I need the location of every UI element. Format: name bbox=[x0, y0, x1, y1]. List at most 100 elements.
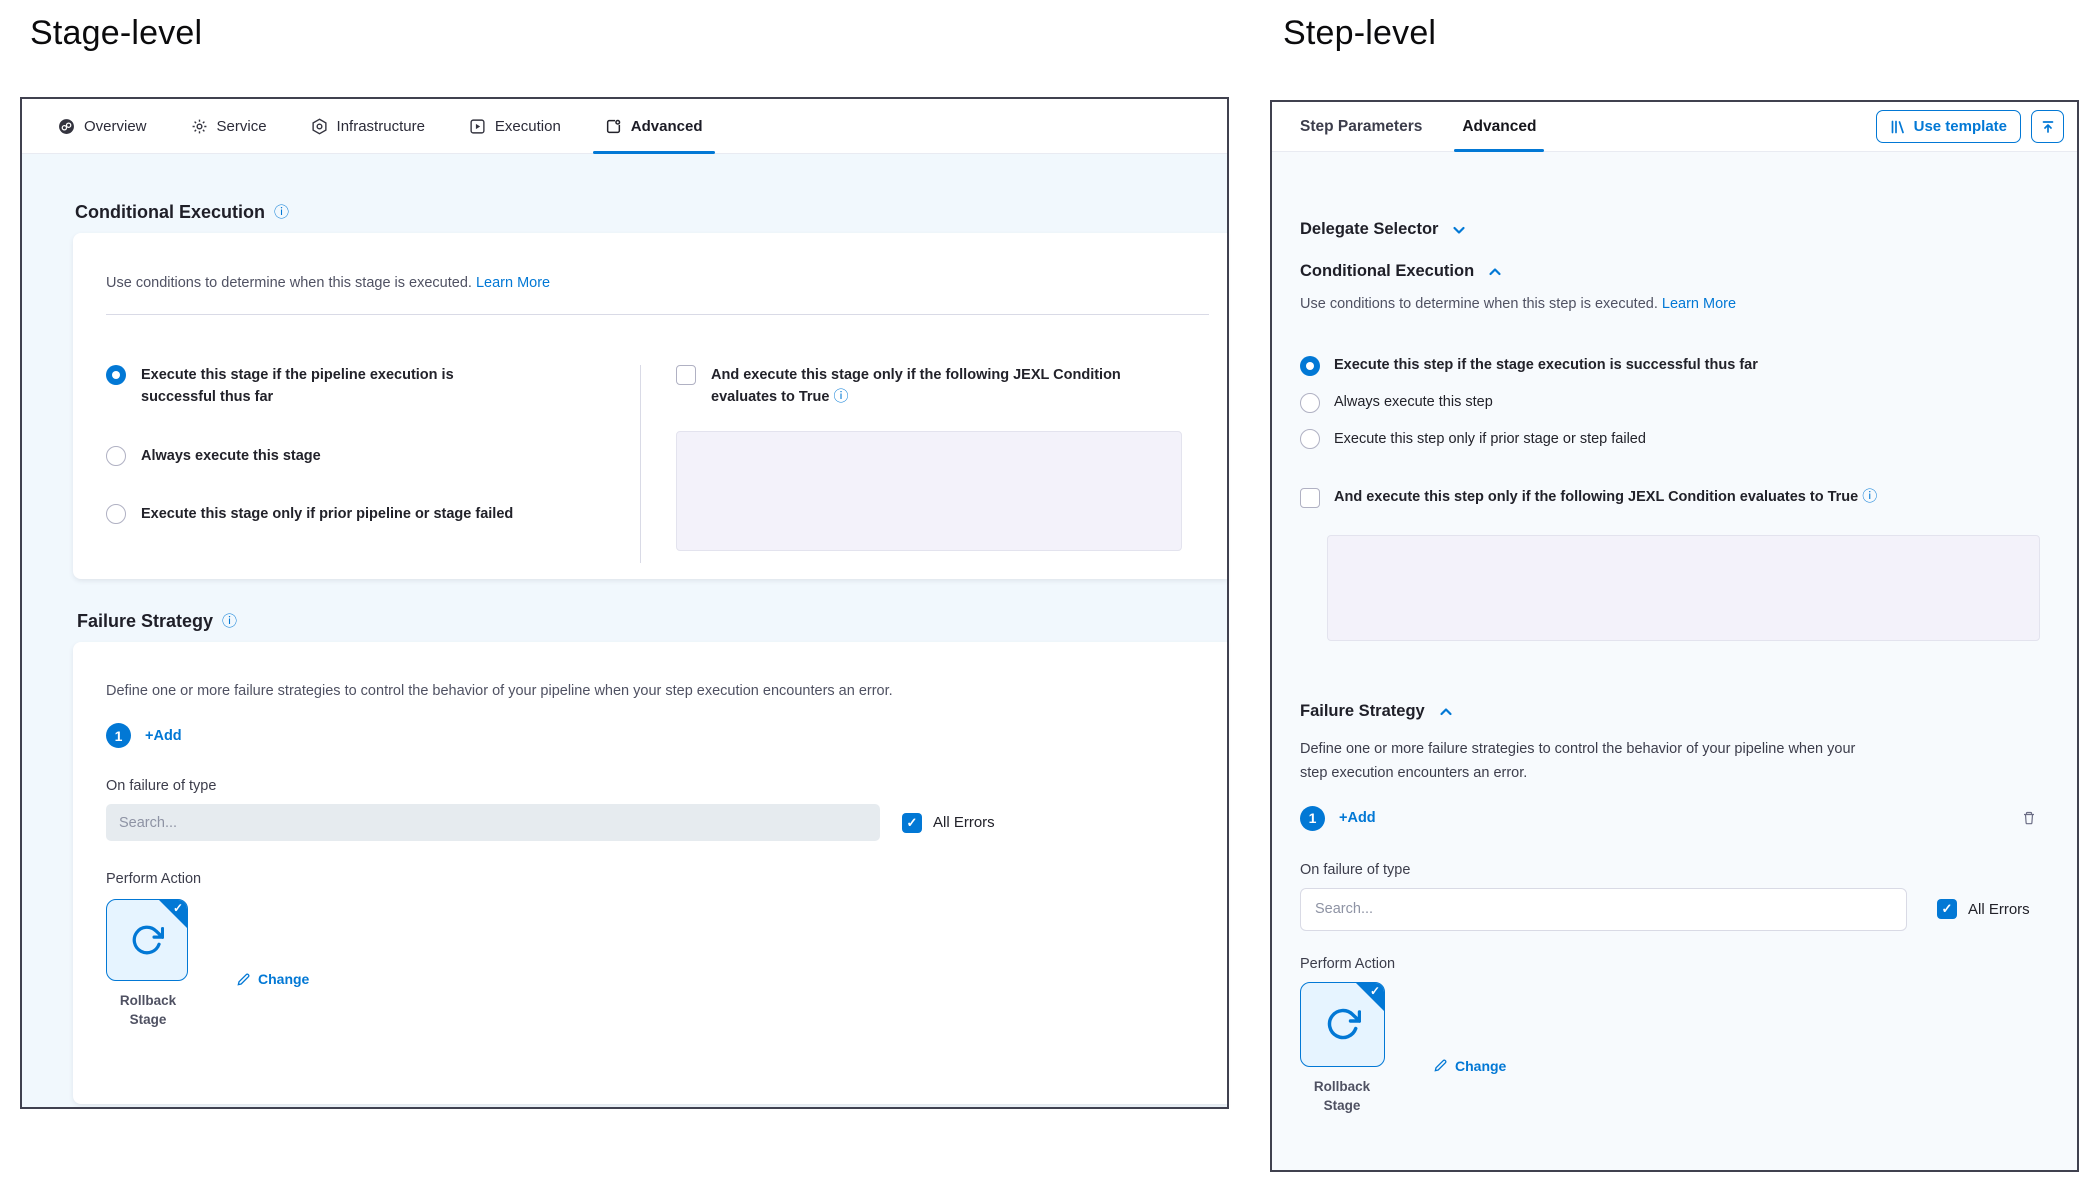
execution-icon bbox=[469, 118, 486, 135]
jexl-condition-textarea[interactable] bbox=[1327, 535, 2040, 641]
radio-execute-if-failed[interactable]: Execute this stage only if prior pipelin… bbox=[106, 504, 640, 526]
change-action-link[interactable]: Change bbox=[236, 929, 309, 1030]
jexl-condition-textarea[interactable] bbox=[676, 431, 1182, 551]
add-strategy-button[interactable]: +Add bbox=[145, 728, 182, 744]
chevron-up-icon bbox=[1438, 704, 1454, 720]
rollback-stage-action-tile[interactable]: ✓ bbox=[1300, 982, 1385, 1067]
intro-text: Use conditions to determine when this st… bbox=[1300, 296, 1658, 312]
radio-selected[interactable] bbox=[1300, 356, 1320, 376]
service-gear-icon bbox=[191, 118, 208, 135]
tab-label: Execution bbox=[495, 118, 561, 135]
all-errors-option[interactable]: ✓ All Errors bbox=[1937, 899, 2030, 919]
tab-label: Infrastructure bbox=[337, 118, 425, 135]
heading-text: Conditional Execution bbox=[75, 202, 265, 223]
overview-icon bbox=[58, 118, 75, 135]
jexl-condition-row[interactable]: And execute this step only if the follow… bbox=[1300, 487, 2037, 509]
perform-action-label: Perform Action bbox=[106, 871, 1209, 887]
radio-label: Execute this step if the stage execution… bbox=[1334, 355, 1758, 377]
radio-selected[interactable] bbox=[106, 365, 126, 385]
all-errors-checkbox[interactable]: ✓ bbox=[1937, 899, 1957, 919]
failure-strategy-card: Define one or more failure strategies to… bbox=[73, 642, 1227, 1104]
conditional-execution-toggle[interactable]: Conditional Execution bbox=[1300, 262, 2037, 281]
learn-more-link[interactable]: Learn More bbox=[1662, 296, 1736, 312]
stage-advanced-panel: Overview Service Infrastructure Executio… bbox=[20, 97, 1229, 1109]
jexl-checkbox[interactable] bbox=[676, 365, 696, 385]
radio-always-execute[interactable]: Always execute this step bbox=[1300, 392, 2037, 414]
tab-advanced[interactable]: Advanced bbox=[593, 99, 715, 153]
conditional-execution-label: Conditional Execution bbox=[1300, 262, 1474, 281]
tab-infrastructure[interactable]: Infrastructure bbox=[299, 99, 437, 153]
selected-check-icon: ✓ bbox=[173, 901, 183, 915]
step-level-title: Step-level bbox=[1283, 14, 1436, 53]
use-template-button[interactable]: Use template bbox=[1876, 110, 2021, 143]
conditional-intro: Use conditions to determine when this st… bbox=[106, 275, 1209, 291]
radio-execute-if-successful[interactable]: Execute this stage if the pipeline execu… bbox=[106, 365, 640, 409]
pencil-icon bbox=[236, 972, 251, 987]
rollback-stage-action-tile[interactable]: ✓ bbox=[106, 899, 188, 981]
radio-label: Always execute this stage bbox=[141, 446, 321, 468]
radio-label: Execute this step only if prior stage or… bbox=[1334, 429, 1646, 451]
action-line1: Rollback bbox=[1314, 1079, 1370, 1094]
step-tab-bar: Step Parameters Advanced Use template bbox=[1272, 102, 2077, 152]
jexl-checkbox[interactable] bbox=[1300, 488, 1320, 508]
all-errors-option[interactable]: ✓ All Errors bbox=[902, 813, 995, 833]
failure-type-search-input[interactable] bbox=[106, 804, 880, 841]
pencil-icon bbox=[1433, 1058, 1448, 1073]
info-icon[interactable]: ⓘ bbox=[274, 205, 289, 220]
radio-label: Execute this stage only if prior pipelin… bbox=[141, 504, 513, 526]
delegate-selector-toggle[interactable]: Delegate Selector bbox=[1300, 220, 2037, 239]
all-errors-label: All Errors bbox=[1968, 901, 2030, 918]
failure-type-search-input[interactable] bbox=[1300, 888, 1907, 931]
advanced-icon bbox=[605, 118, 622, 135]
radio-unselected[interactable] bbox=[1300, 393, 1320, 413]
failure-strategy-toggle[interactable]: Failure Strategy bbox=[1300, 702, 2037, 721]
conditional-intro: Use conditions to determine when this st… bbox=[1300, 296, 2037, 312]
failure-description: Define one or more failure strategies to… bbox=[1300, 738, 1860, 786]
strategy-count-badge[interactable]: 1 bbox=[1300, 806, 1325, 831]
tab-label: Advanced bbox=[631, 118, 703, 135]
jexl-label-text: And execute this step only if the follow… bbox=[1334, 489, 1858, 505]
tab-service[interactable]: Service bbox=[179, 99, 279, 153]
info-icon[interactable]: ⓘ bbox=[834, 388, 849, 405]
strategy-count-badge[interactable]: 1 bbox=[106, 723, 131, 748]
all-errors-label: All Errors bbox=[933, 814, 995, 831]
learn-more-link[interactable]: Learn More bbox=[476, 275, 550, 291]
radio-execute-if-failed[interactable]: Execute this step only if prior stage or… bbox=[1300, 429, 2037, 451]
info-icon[interactable]: ⓘ bbox=[222, 614, 237, 629]
tab-execution[interactable]: Execution bbox=[457, 99, 573, 153]
radio-unselected[interactable] bbox=[1300, 429, 1320, 449]
failure-strategy-label: Failure Strategy bbox=[1300, 702, 1425, 721]
action-line1: Rollback bbox=[120, 993, 176, 1008]
upload-icon bbox=[2040, 119, 2056, 135]
radio-execute-if-successful[interactable]: Execute this step if the stage execution… bbox=[1300, 355, 2037, 377]
jexl-condition-row[interactable]: And execute this stage only if the follo… bbox=[676, 365, 1209, 409]
rollback-icon bbox=[1325, 1006, 1361, 1042]
template-library-icon bbox=[1890, 119, 1906, 135]
delete-strategy-icon[interactable] bbox=[2021, 810, 2037, 826]
change-action-link[interactable]: Change bbox=[1433, 1016, 1506, 1116]
divider bbox=[106, 314, 1209, 315]
rollback-stage-label: Rollback Stage bbox=[1300, 1078, 1384, 1116]
all-errors-checkbox[interactable]: ✓ bbox=[902, 813, 922, 833]
tab-step-parameters[interactable]: Step Parameters bbox=[1298, 102, 1424, 151]
rollback-stage-label: Rollback Stage bbox=[106, 992, 190, 1030]
on-failure-of-type-label: On failure of type bbox=[1300, 862, 2037, 878]
radio-unselected[interactable] bbox=[106, 446, 126, 466]
tab-overview[interactable]: Overview bbox=[46, 99, 159, 153]
action-line2: Stage bbox=[1324, 1098, 1361, 1113]
change-label: Change bbox=[1455, 1058, 1506, 1074]
tab-advanced[interactable]: Advanced bbox=[1460, 102, 1538, 151]
stage-level-title: Stage-level bbox=[30, 14, 202, 53]
tab-label: Overview bbox=[84, 118, 147, 135]
add-strategy-button[interactable]: +Add bbox=[1339, 810, 1376, 826]
radio-unselected[interactable] bbox=[106, 504, 126, 524]
step-advanced-panel: Step Parameters Advanced Use template De… bbox=[1270, 100, 2079, 1172]
action-line2: Stage bbox=[130, 1012, 167, 1027]
intro-text: Use conditions to determine when this st… bbox=[106, 275, 472, 291]
delegate-selector-label: Delegate Selector bbox=[1300, 220, 1438, 239]
failure-description: Define one or more failure strategies to… bbox=[106, 683, 1209, 699]
info-icon[interactable]: ⓘ bbox=[1862, 488, 1877, 505]
save-as-template-button[interactable] bbox=[2031, 110, 2064, 143]
radio-always-execute[interactable]: Always execute this stage bbox=[106, 446, 640, 468]
chevron-down-icon bbox=[1451, 222, 1467, 238]
